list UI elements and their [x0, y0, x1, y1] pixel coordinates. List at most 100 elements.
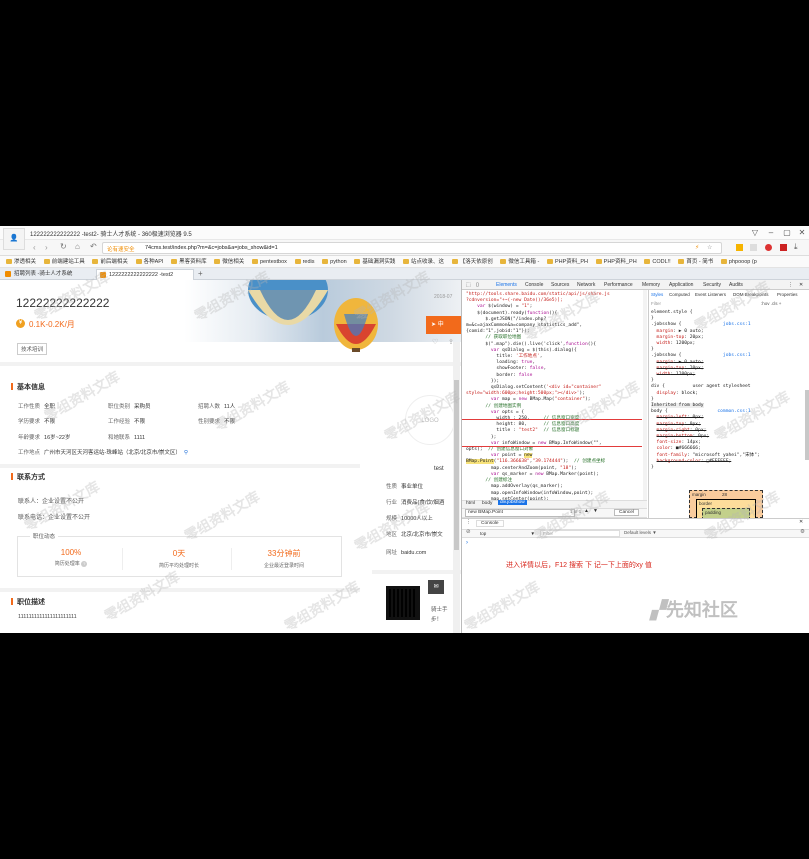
code-scrollbar[interactable]: [643, 290, 647, 515]
style-tab-listeners[interactable]: Event Listeners: [695, 292, 726, 297]
search-input[interactable]: new BMap.Point: [465, 509, 575, 517]
extension-icon-2[interactable]: [750, 244, 757, 251]
bookmark-item[interactable]: 微信工具箱 -: [500, 256, 539, 267]
elements-source-pane[interactable]: "http://tools.share.baidu.com/static/api…: [462, 290, 642, 515]
clear-console-icon[interactable]: ⊘: [466, 529, 471, 535]
bookmark-item[interactable]: 各种API: [135, 256, 163, 267]
page-scrollbar-thumb[interactable]: [454, 380, 459, 550]
salary: 0.1K-0.2K/月: [29, 320, 75, 329]
basic-info-title: 基本信息: [11, 383, 45, 391]
bookmark-item[interactable]: 前端建站工具: [43, 256, 85, 267]
console-levels-select[interactable]: Default levels ▼: [624, 530, 657, 535]
home-icon[interactable]: ⌂: [75, 242, 80, 251]
style-tab-properties[interactable]: Properties: [777, 292, 798, 297]
drawer-menu-icon[interactable]: ⋮: [466, 519, 471, 525]
reload-icon[interactable]: ↻: [60, 242, 67, 251]
bookmark-item[interactable]: PHP资料_PH: [595, 256, 637, 267]
bookmark-item[interactable]: PHP资料_PH: [546, 256, 588, 267]
search-down-icon[interactable]: ▼: [593, 508, 598, 514]
stat-login: 33分钟前 企业最近登录时间: [243, 548, 325, 569]
bookmark-item[interactable]: 黑客资料库: [171, 256, 207, 267]
console-settings-icon[interactable]: ⚙: [800, 529, 805, 535]
maximize-icon[interactable]: ▢: [780, 226, 794, 240]
bookmark-item[interactable]: 【洛天依原创: [451, 256, 493, 267]
devtools-tab-memory[interactable]: Memory: [642, 282, 660, 288]
devtools-tab-security[interactable]: Security: [703, 282, 721, 288]
highlight-box: [462, 419, 642, 447]
extension-icon-3[interactable]: [765, 244, 772, 251]
styles-scrollbar-thumb[interactable]: [805, 390, 809, 460]
console-drawer-tab[interactable]: Console: [476, 520, 504, 527]
breadcrumb-div[interactable]: div.jobshow: [498, 500, 527, 505]
lightning-icon[interactable]: ⚡: [695, 244, 699, 251]
company-logo: LOGO: [405, 395, 455, 445]
download-icon[interactable]: ⤓: [794, 242, 798, 252]
company-scale: 规模 10000人以上: [386, 516, 433, 522]
search-cancel-button[interactable]: Cancel: [614, 509, 639, 516]
folder-icon: [294, 259, 301, 264]
navigation-bar: ‹ › ↻ ⌂ ↶ 论有速安全 74cms.test/index.php?m=&…: [0, 240, 809, 256]
devtools-tab-console[interactable]: Console: [525, 282, 543, 288]
devtools-tab-sources[interactable]: Sources: [551, 282, 569, 288]
stat-duration: 0天 简历平均处理时长: [138, 548, 220, 569]
bookmark-item[interactable]: 首页 - 简书: [678, 256, 713, 267]
search-up-icon[interactable]: ▲: [584, 508, 589, 514]
close-icon[interactable]: ✕: [795, 226, 809, 240]
help-icon[interactable]: ?: [81, 561, 88, 567]
breadcrumb-html[interactable]: html: [466, 501, 475, 506]
bookmark-item[interactable]: 渗透相关: [6, 256, 36, 267]
new-tab-icon[interactable]: +: [198, 269, 203, 278]
devtools-close-icon[interactable]: ✕: [799, 282, 803, 288]
contact-phone: 联系电话：企业设置不公开: [18, 515, 91, 521]
style-tab-styles[interactable]: Styles: [651, 292, 663, 297]
style-tab-dom-breakpoints[interactable]: DOM Breakpoints: [733, 292, 769, 297]
hov-cls-toggle[interactable]: :hov .cls +: [761, 301, 781, 306]
devtools-tab-performance[interactable]: Performance: [604, 282, 633, 288]
bookmark-item[interactable]: phpooop (p: [720, 256, 757, 267]
style-tab-computed[interactable]: Computed: [669, 292, 690, 297]
bookmark-item[interactable]: 站点收录、这: [403, 256, 444, 267]
extension-icon-4[interactable]: [780, 244, 787, 251]
device-icon[interactable]: ▯: [476, 282, 479, 288]
star-icon[interactable]: ☆: [707, 244, 712, 251]
skin-icon[interactable]: ▽: [748, 226, 762, 240]
back-icon[interactable]: ‹: [33, 243, 36, 252]
minimize-icon[interactable]: –: [764, 226, 778, 240]
styles-filter-input[interactable]: Filter: [651, 301, 661, 306]
forward-icon[interactable]: ›: [45, 243, 48, 252]
map-pin-icon[interactable]: ⚲: [184, 450, 188, 456]
box-margin-value: 28: [722, 492, 728, 497]
bookmark-item[interactable]: pentestbox: [251, 256, 287, 267]
bookmark-item[interactable]: 基础漏洞实践: [354, 256, 395, 267]
breadcrumb-body[interactable]: body: [482, 501, 492, 506]
box-model-margin: margin 28 border padding: [689, 490, 763, 518]
company-name[interactable]: test: [434, 466, 444, 472]
tab-job-list[interactable]: 招聘列表 -骑士人才系统: [2, 269, 94, 280]
console-filter-input[interactable]: Filter: [540, 530, 620, 537]
tab-job-detail[interactable]: 1222222222222222 -test2: [96, 269, 194, 280]
box-border-label: border: [699, 501, 713, 506]
undo-icon[interactable]: ↶: [90, 242, 97, 251]
console-prompt-icon[interactable]: ›: [466, 540, 468, 546]
favorite-icon[interactable]: ♡: [432, 338, 438, 346]
field-extra: 和她联系 1111: [108, 435, 146, 441]
bookmark-item[interactable]: CODL!!: [644, 256, 671, 267]
devtools-tab-elements[interactable]: Elements: [496, 282, 517, 288]
devtools-tab-audits[interactable]: Audits: [729, 282, 743, 288]
feedback-icon[interactable]: ✉: [428, 580, 444, 594]
devtools-tab-network[interactable]: Network: [577, 282, 595, 288]
console-context-select[interactable]: top ▼: [480, 530, 535, 537]
apply-button[interactable]: ➤ 申: [426, 316, 461, 334]
devtools-more-icon[interactable]: ⋮: [788, 282, 793, 288]
drawer-close-icon[interactable]: ✕: [799, 519, 803, 525]
bookmark-item[interactable]: redis: [294, 256, 315, 267]
inspect-icon[interactable]: ⬚: [466, 282, 471, 288]
field-age: 年龄要求 16岁~22岁: [18, 435, 71, 441]
contact-person: 联系人：企业设置不公开: [18, 499, 85, 505]
address-bar[interactable]: 论有速安全 74cms.test/index.php?m=&c=jobs&a=j…: [102, 242, 722, 254]
extension-icon-1[interactable]: [736, 244, 743, 251]
bookmark-item[interactable]: 前后端相关: [92, 256, 128, 267]
bookmark-item[interactable]: 微信相关: [214, 256, 244, 267]
bookmark-item[interactable]: python: [322, 256, 347, 267]
devtools-tab-application[interactable]: Application: [669, 282, 693, 288]
